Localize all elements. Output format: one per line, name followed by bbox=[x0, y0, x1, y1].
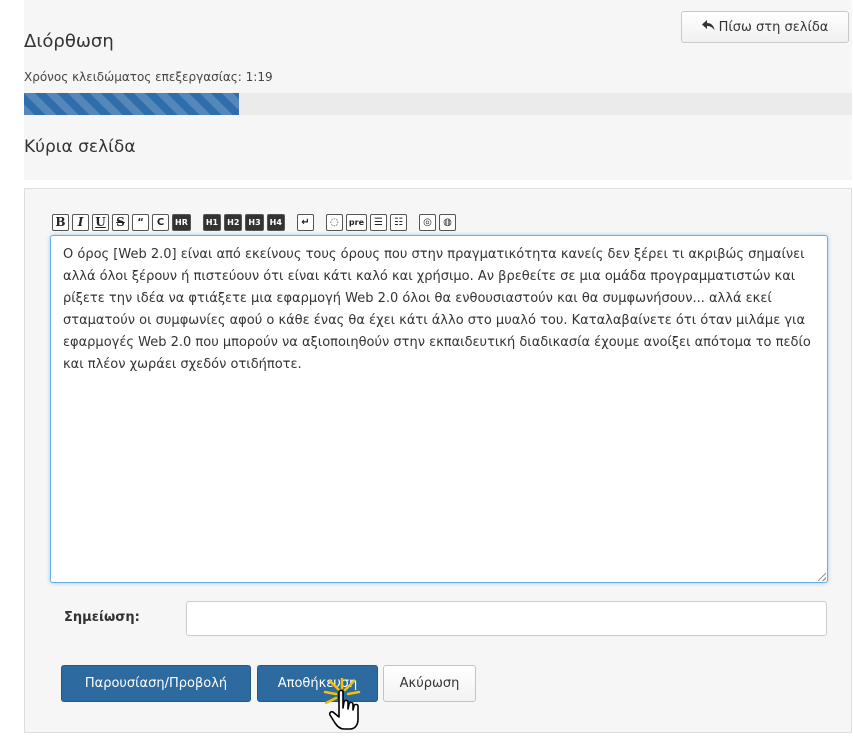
preformatted-button[interactable]: pre bbox=[345, 213, 368, 231]
hand-pointer-cursor-icon bbox=[323, 678, 361, 730]
edit-page: Διόρθωση Πίσω στη σελίδα Χρόνος κλειδώμα… bbox=[0, 0, 853, 740]
external-link-button[interactable]: ◍ bbox=[439, 213, 457, 231]
lock-progress-fill bbox=[24, 93, 240, 115]
bold-button[interactable]: B bbox=[52, 213, 69, 231]
wiki-content-textarea[interactable]: Ο όρος [Web 2.0] είναι από εκείνους τους… bbox=[50, 235, 828, 583]
underline-button[interactable]: U bbox=[92, 213, 109, 231]
preview-button[interactable]: Παρουσίαση/Προβολή bbox=[61, 665, 251, 702]
italic-button[interactable]: I bbox=[72, 213, 89, 231]
editor-toolbar: B I U S “ C HR H1 H2 H3 H4 ↵ ◌ pre ☰ ☷ ◎… bbox=[52, 212, 459, 232]
center-button[interactable]: C bbox=[152, 213, 169, 231]
numbered-list-button[interactable]: ☷ bbox=[390, 213, 408, 231]
cancel-button[interactable]: Ακύρωση bbox=[383, 665, 476, 702]
internal-link-button[interactable]: ◎ bbox=[419, 213, 437, 231]
note-label: Σημείωση: bbox=[64, 610, 140, 625]
lock-progress-bar bbox=[24, 93, 852, 115]
line-break-button[interactable]: ↵ bbox=[296, 213, 314, 231]
horizontal-rule-button[interactable]: HR bbox=[172, 213, 191, 231]
heading1-button[interactable]: H1 bbox=[202, 213, 222, 231]
heading2-button[interactable]: H2 bbox=[224, 213, 243, 231]
comment-button[interactable]: ◌ bbox=[325, 213, 343, 231]
heading3-button[interactable]: H3 bbox=[245, 213, 264, 231]
page-name: Κύρια σελίδα bbox=[24, 137, 136, 157]
quote-button[interactable]: “ bbox=[132, 213, 149, 231]
note-input[interactable] bbox=[186, 601, 827, 636]
reply-arrow-icon bbox=[701, 20, 715, 34]
strikethrough-button[interactable]: S bbox=[112, 213, 129, 231]
page-heading: Διόρθωση bbox=[24, 31, 114, 52]
back-to-page-button[interactable]: Πίσω στη σελίδα bbox=[681, 11, 849, 43]
bullet-list-button[interactable]: ☰ bbox=[370, 213, 388, 231]
lock-timer-label: Χρόνος κλειδώματος επεξεργασίας: 1:19 bbox=[24, 70, 273, 84]
heading4-button[interactable]: H4 bbox=[266, 213, 285, 231]
back-button-label: Πίσω στη σελίδα bbox=[718, 19, 829, 35]
